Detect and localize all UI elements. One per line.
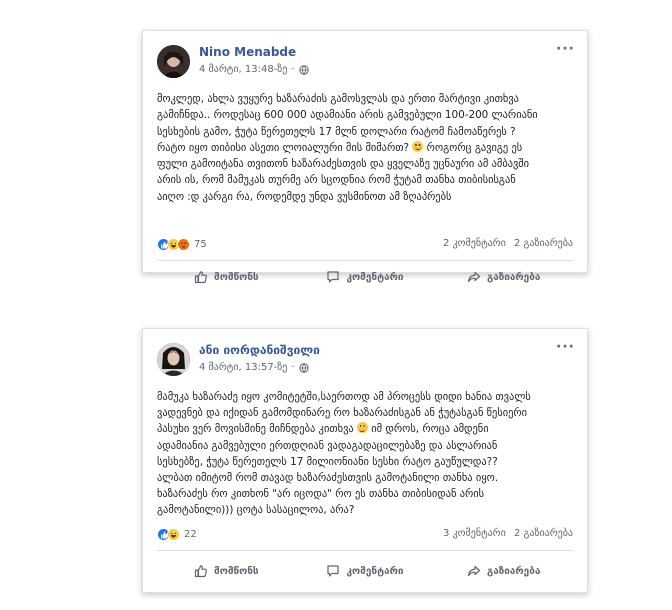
body-line: აიღო :დ კარგი რა, როდემდე უნდა ვუსმინოთ … bbox=[157, 190, 452, 203]
post-card: Nino Menabde 4 მარტი, 13:48-ზე · ··· მოკ… bbox=[142, 30, 588, 284]
share-button[interactable]: გაზიარება bbox=[434, 263, 573, 291]
post-actions: მომწონს კომენტარი გაზიარება bbox=[157, 557, 573, 585]
shares-count-link[interactable]: 2 გაზიარება bbox=[514, 238, 573, 249]
post-body: მამუკა ხაზარაძე იყო კომიტეტში,საერთოდ ამ… bbox=[157, 389, 575, 519]
comment-icon bbox=[327, 565, 340, 577]
avatar[interactable] bbox=[157, 45, 190, 78]
like-button-label: მომწონს bbox=[214, 565, 259, 577]
body-line: რატო იყო თიბისი ასეთი ლოიალური მის მიმარ… bbox=[157, 140, 523, 154]
engagement-counts: 2 კომენტარი 2 გაზიარება bbox=[438, 238, 573, 249]
share-button-label: გაზიარება bbox=[486, 271, 541, 283]
reaction-count: 75 bbox=[194, 239, 207, 250]
avatar[interactable] bbox=[157, 343, 190, 376]
reaction-count: 22 bbox=[184, 529, 197, 540]
body-line: ვადევნებ და იქიდან გამომდინარე რო ხაზარა… bbox=[157, 407, 528, 420]
globe-icon bbox=[298, 64, 309, 75]
angry-reaction-icon bbox=[177, 238, 190, 251]
haha-reaction-icon bbox=[167, 528, 180, 541]
body-line: ფული გამოიტანა თვითონ ხაზარაძესთვის და ყ… bbox=[157, 158, 530, 171]
comment-button[interactable]: კომენტარი bbox=[296, 557, 435, 585]
post-meta: 4 მარტი, 13:57-ზე · bbox=[199, 362, 309, 373]
reactions-summary[interactable]: 22 bbox=[157, 528, 197, 541]
comments-count-link[interactable]: 2 კომენტარი bbox=[443, 238, 506, 249]
share-icon bbox=[467, 565, 481, 577]
body-line: ხაზარაძეს რო კითხონ "არ იცოდა" რო ეს თან… bbox=[157, 488, 485, 501]
comment-button-label: კომენტარი bbox=[346, 565, 404, 577]
reactions-summary[interactable]: 75 bbox=[157, 238, 207, 251]
author-name[interactable]: Nino Menabde bbox=[199, 45, 296, 59]
post-meta: 4 მარტი, 13:48-ზე · bbox=[199, 64, 309, 75]
body-line: არის ის, რომ მამუკას თურმე არ სცოდნია რო… bbox=[157, 174, 516, 187]
like-button[interactable]: მომწონს bbox=[157, 557, 296, 585]
share-button-label: გაზიარება bbox=[486, 565, 541, 577]
more-options-button[interactable]: ··· bbox=[556, 41, 575, 57]
like-button[interactable]: მომწონს bbox=[157, 263, 296, 291]
post-stats: 22 3 კომენტარი 2 გაზიარება bbox=[157, 528, 573, 544]
comment-button[interactable]: კომენტარი bbox=[296, 263, 435, 291]
thumbs-up-icon bbox=[194, 271, 207, 284]
shares-count-link[interactable]: 2 გაზიარება bbox=[514, 528, 573, 539]
comment-icon bbox=[327, 271, 340, 283]
thumbs-up-icon bbox=[194, 565, 207, 578]
body-line: მოკლედ, ახლა ვუყურე ხაზარაძის გამოსვლას … bbox=[157, 93, 519, 105]
smile-emoji-icon bbox=[412, 140, 424, 152]
globe-icon bbox=[298, 362, 309, 373]
divider bbox=[157, 260, 573, 261]
more-options-button[interactable]: ··· bbox=[556, 339, 575, 355]
comments-count-link[interactable]: 3 კომენტარი bbox=[443, 528, 506, 539]
body-line: მამუკა ხაზარაძე იყო კომიტეტში,საერთოდ ამ… bbox=[157, 391, 531, 403]
comment-button-label: კომენტარი bbox=[346, 271, 404, 283]
like-button-label: მომწონს bbox=[214, 271, 259, 283]
post-actions: მომწონს კომენტარი გაზიარება bbox=[157, 263, 573, 291]
post-body: მოკლედ, ახლა ვუყურე ხაზარაძის გამოსვლას … bbox=[157, 91, 575, 205]
body-line: ალბათ იმიტომ რომ თავად ხაზარაძესთვის გამ… bbox=[157, 472, 499, 485]
body-line: გამოტანილი))) ცოტა სასაცილოა, არა? bbox=[157, 504, 355, 517]
body-line: სესხებზე, ჭუტა წერეთელს 17 მილიონიანი სე… bbox=[157, 455, 498, 468]
post-timestamp[interactable]: 4 მარტი, 13:57-ზე bbox=[199, 362, 287, 373]
post-timestamp[interactable]: 4 მარტი, 13:48-ზე bbox=[199, 64, 287, 75]
share-icon bbox=[467, 271, 481, 283]
body-line: გამიჩნდა.. როდესაც 600 000 ადამიანი არის… bbox=[157, 109, 538, 122]
smile-emoji-icon bbox=[356, 422, 368, 434]
engagement-counts: 3 კომენტარი 2 გაზიარება bbox=[438, 528, 573, 539]
author-name[interactable]: ანი იორდანიშვილი bbox=[199, 343, 320, 357]
body-line: ადამიანია გამვებული ერთდღიან ვადაგადაცილ… bbox=[157, 439, 498, 452]
post-stats: 75 2 კომენტარი 2 გაზიარება bbox=[157, 238, 573, 254]
divider bbox=[157, 550, 573, 551]
body-line: სესხების გამო, ჭუტა წერეთელს 17 მლნ დოლა… bbox=[157, 125, 516, 138]
share-button[interactable]: გაზიარება bbox=[434, 557, 573, 585]
body-line: პასუხი ვერ მოვისმინე მიჩნდება კითხვა იმ … bbox=[157, 422, 489, 436]
post-card: ანი იორდანიშვილი 4 მარტი, 13:57-ზე · ···… bbox=[142, 328, 588, 593]
